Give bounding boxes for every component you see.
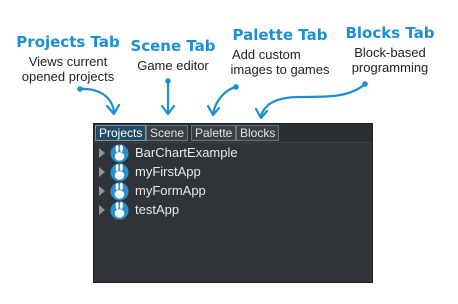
tab-bar: Projects Scene Palette Blocks xyxy=(94,124,372,143)
project-row[interactable]: BarChartExample xyxy=(97,144,367,163)
project-name: myFormApp xyxy=(135,183,206,198)
tab-palette[interactable]: Palette xyxy=(191,125,237,141)
project-row[interactable]: myFirstApp xyxy=(97,163,367,182)
arrow-palette xyxy=(206,84,239,117)
project-panel: Projects Scene Palette Blocks BarChartEx… xyxy=(93,123,373,283)
expand-arrow-icon[interactable] xyxy=(99,167,105,177)
tab-blocks[interactable]: Blocks xyxy=(236,125,280,141)
arrow-blocks xyxy=(254,81,368,120)
project-row[interactable]: testApp xyxy=(97,201,367,220)
tab-scene[interactable]: Scene xyxy=(146,125,189,141)
project-name: BarChartExample xyxy=(135,145,238,160)
project-name: myFirstApp xyxy=(135,164,201,179)
arrow-projects xyxy=(77,86,121,116)
project-row[interactable]: myFormApp xyxy=(97,182,367,201)
app-bunny-icon xyxy=(110,144,129,163)
app-bunny-icon xyxy=(110,182,129,201)
expand-arrow-icon[interactable] xyxy=(99,148,105,158)
expand-arrow-icon[interactable] xyxy=(99,205,105,215)
app-bunny-icon xyxy=(110,163,129,182)
tab-projects[interactable]: Projects xyxy=(95,125,147,141)
project-name: testApp xyxy=(135,202,180,217)
expand-arrow-icon[interactable] xyxy=(99,186,105,196)
arrow-scene xyxy=(160,78,176,116)
app-bunny-icon xyxy=(110,201,129,220)
